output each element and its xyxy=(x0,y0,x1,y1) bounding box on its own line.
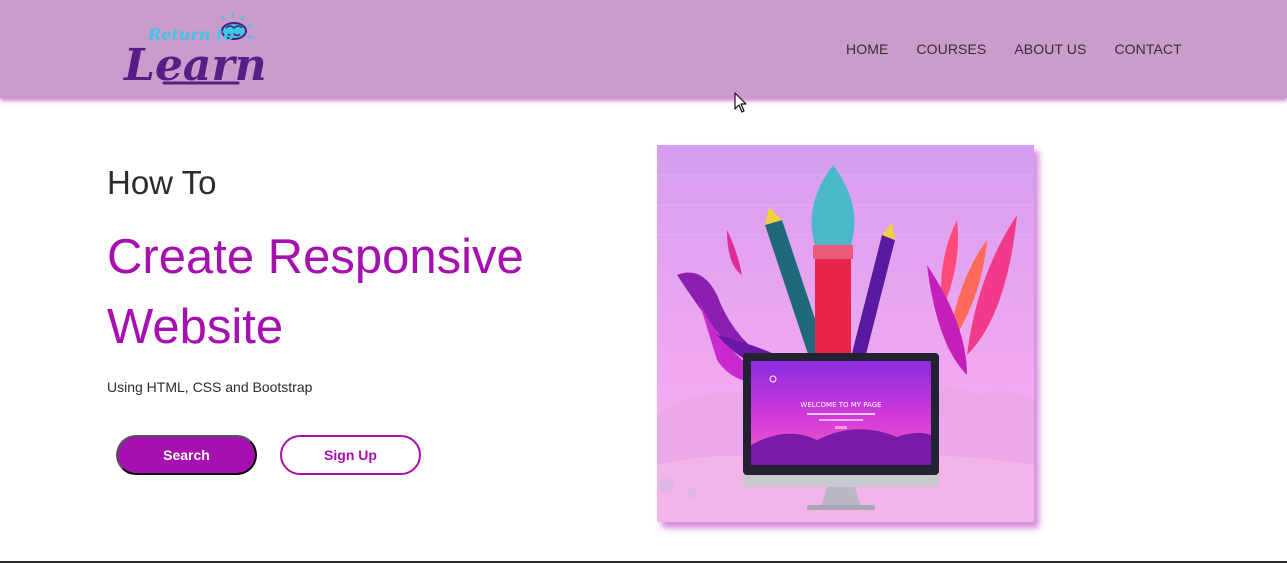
hero-title: Create Responsive Website xyxy=(107,230,524,354)
hero-pretitle: How To xyxy=(107,164,217,201)
hero-subtitle: Using HTML, CSS and Bootstrap xyxy=(107,379,313,395)
nav-courses[interactable]: COURSES xyxy=(916,40,986,58)
brain-icon: Return to Learn xyxy=(122,12,265,90)
main-nav: HOME COURSES ABOUT US CONTACT xyxy=(846,40,1182,58)
navbar: Return to Learn HOME COURSES ABOUT US CO… xyxy=(0,0,1287,98)
nav-contact[interactable]: CONTACT xyxy=(1114,40,1181,58)
svg-text:WELCOME TO MY PAGE: WELCOME TO MY PAGE xyxy=(800,401,881,409)
search-button[interactable]: Search xyxy=(116,435,257,475)
sign-up-button[interactable]: Sign Up xyxy=(280,435,421,475)
nav-about-us[interactable]: ABOUT US xyxy=(1014,40,1086,58)
hero-illustration: WELCOME TO MY PAGE xyxy=(657,145,1034,522)
mouse-pointer-icon xyxy=(734,92,747,113)
site-logo[interactable]: Return to Learn xyxy=(120,10,265,90)
nav-home[interactable]: HOME xyxy=(846,40,888,58)
